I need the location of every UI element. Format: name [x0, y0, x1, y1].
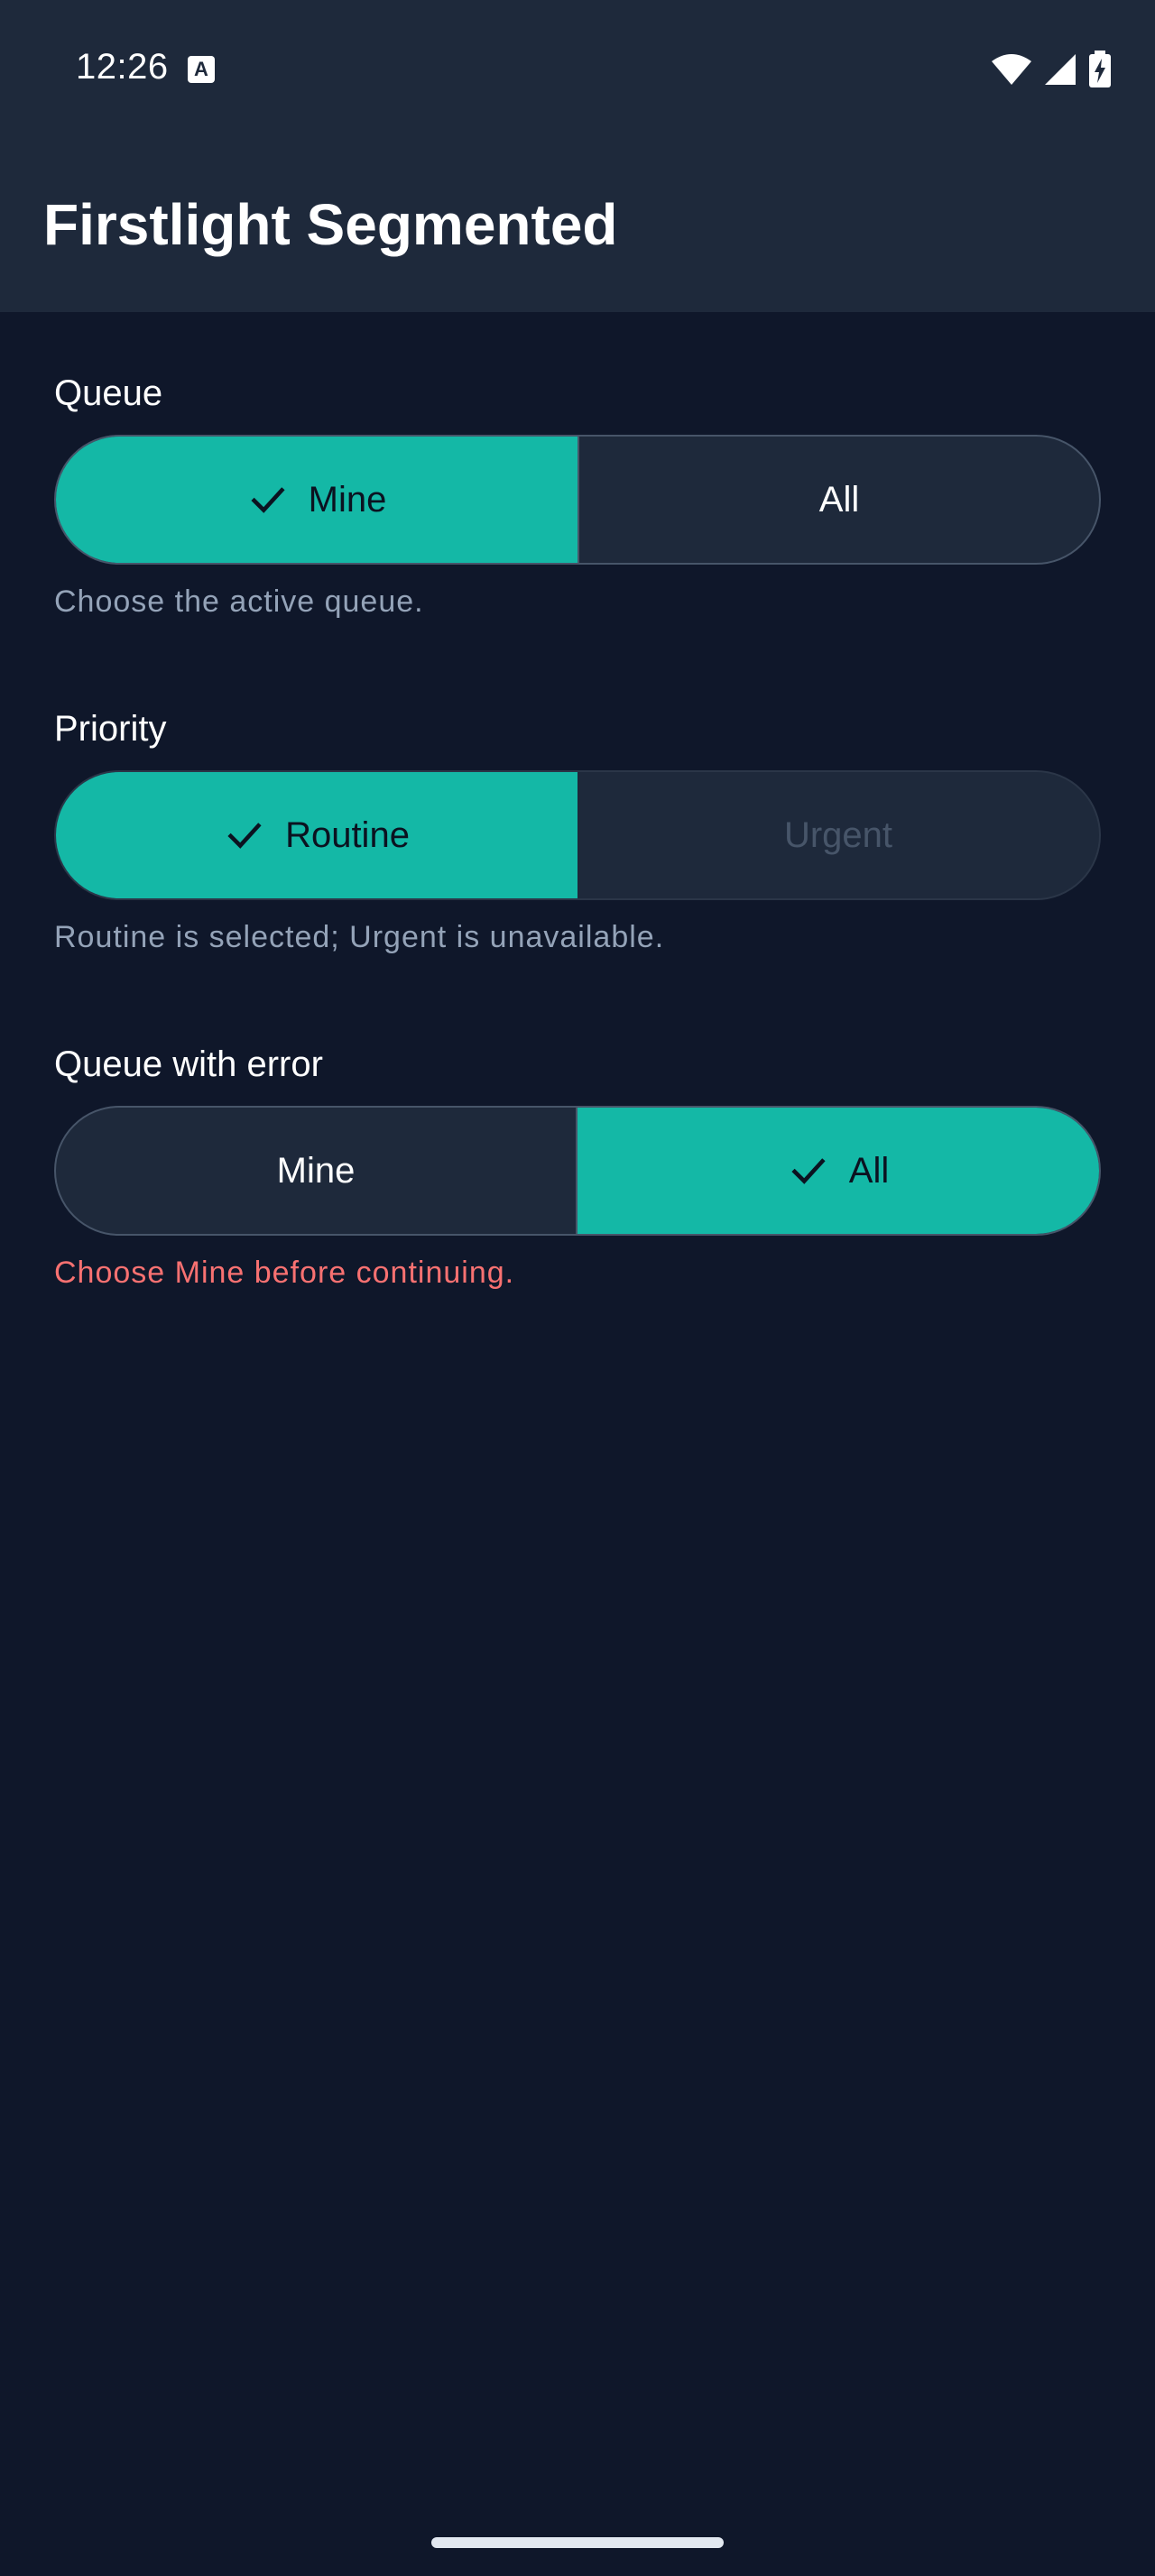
status-icons: [991, 51, 1112, 88]
wifi-icon: [992, 54, 1031, 85]
status-time: 12:26: [76, 47, 169, 87]
segment-label: Mine: [276, 1150, 356, 1191]
segment-urgent: Urgent: [578, 772, 1099, 898]
segment-label: Mine: [308, 479, 387, 520]
queue-error-section: Queue with error Mine All Choose Mine be…: [54, 1039, 1101, 1310]
segment-label: All: [818, 479, 860, 520]
segment-label: Routine: [285, 814, 410, 855]
check-icon: [251, 487, 285, 513]
segment-all[interactable]: All: [578, 437, 1099, 563]
queue-section: Queue Mine All Choose the active queue.: [54, 368, 1101, 639]
accessibility-a-icon: A: [188, 56, 215, 83]
check-icon: [227, 823, 262, 849]
queue-segmented-control: Mine All: [54, 435, 1101, 565]
error-text: Choose Mine before continuing.: [54, 1256, 515, 1290]
status-bar: 12:26 A: [0, 0, 1155, 135]
priority-section: Priority Routine Urgent Routine is selec…: [54, 704, 1101, 974]
section-label-priority: Priority: [54, 709, 167, 749]
segment-label: All: [848, 1150, 890, 1191]
section-label-queue-with-error: Queue with error: [54, 1044, 323, 1084]
page-title: Firstlight Segmented: [43, 192, 618, 257]
check-icon: [791, 1158, 826, 1184]
supporting-text: Routine is selected; Urgent is unavailab…: [54, 920, 665, 954]
segment-label: Urgent: [783, 814, 893, 855]
queue-error-segmented-control: Mine All: [54, 1106, 1101, 1236]
section-label-queue: Queue: [54, 373, 163, 413]
battery-charging-icon: [1089, 51, 1111, 87]
segment-routine[interactable]: Routine: [56, 772, 578, 898]
app-bar: Firstlight Segmented: [0, 135, 1155, 312]
cellular-signal-icon: [1045, 54, 1076, 85]
supporting-text: Choose the active queue.: [54, 584, 424, 619]
home-indicator[interactable]: [431, 2537, 724, 2548]
priority-segmented-control: Routine Urgent: [54, 770, 1101, 900]
segment-all[interactable]: All: [578, 1108, 1099, 1234]
segment-mine[interactable]: Mine: [56, 437, 578, 563]
segment-mine[interactable]: Mine: [56, 1108, 578, 1234]
